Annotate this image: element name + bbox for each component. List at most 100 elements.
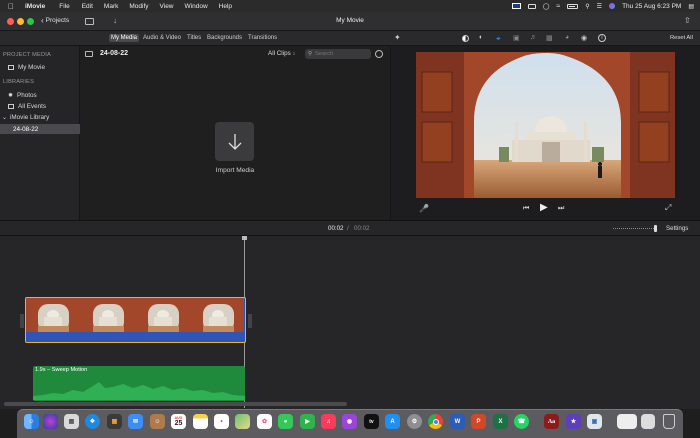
- apple-icon[interactable]: : [8, 2, 14, 11]
- whatsapp-icon[interactable]: ☎: [514, 414, 529, 429]
- word-icon[interactable]: W: [450, 414, 465, 429]
- clip-filter-icon[interactable]: ◉: [581, 34, 587, 42]
- menubar-clock[interactable]: Thu 25 Aug 6:23 PM: [622, 3, 681, 10]
- info-icon[interactable]: i: [598, 34, 606, 42]
- minimize-button[interactable]: [17, 18, 24, 25]
- control-center-icon[interactable]: ☰: [597, 3, 602, 10]
- menu-help[interactable]: Help: [219, 3, 232, 10]
- menu-window[interactable]: Window: [185, 3, 208, 10]
- fullscreen-icon[interactable]: ⤢: [665, 203, 671, 213]
- close-button[interactable]: [7, 18, 14, 25]
- messages-icon[interactable]: ●: [278, 414, 293, 429]
- lock-icon[interactable]: ◯: [543, 3, 550, 10]
- menu-app-name[interactable]: iMovie: [25, 3, 45, 10]
- preview-icon[interactable]: ▣: [587, 414, 602, 429]
- sidebar-toggle-icon[interactable]: [85, 51, 93, 57]
- menu-modify[interactable]: Modify: [129, 3, 148, 10]
- tab-backgrounds[interactable]: Backgrounds: [205, 34, 244, 42]
- noise-reduction-icon[interactable]: ▩: [546, 34, 553, 42]
- calculator-icon[interactable]: ▦: [107, 414, 122, 429]
- flag-icon[interactable]: [511, 3, 521, 9]
- media-toggle-icon[interactable]: [85, 18, 94, 25]
- audio-clip[interactable]: 1.9s – Sweep Motion: [33, 366, 245, 401]
- podcasts-icon[interactable]: ◉: [342, 414, 357, 429]
- stabilization-icon[interactable]: ▣: [513, 34, 520, 42]
- notification-icon[interactable]: ▤: [688, 3, 694, 10]
- magic-wand-icon[interactable]: ✦: [394, 33, 401, 42]
- wifi-icon[interactable]: ≈: [556, 3, 560, 10]
- contacts-icon[interactable]: ☺: [150, 414, 165, 429]
- menu-view[interactable]: View: [160, 3, 174, 10]
- trash-icon[interactable]: [663, 414, 675, 429]
- speed-icon[interactable]: ◕: [565, 34, 569, 41]
- import-media-button[interactable]: [215, 122, 254, 161]
- disclosure-down-icon[interactable]: ⌄: [2, 114, 7, 121]
- notes-icon[interactable]: [193, 414, 208, 429]
- tab-titles[interactable]: Titles: [185, 34, 203, 42]
- search-field[interactable]: ⚲: [305, 49, 371, 59]
- chrome-icon[interactable]: [428, 414, 443, 429]
- launchpad-icon[interactable]: ▦: [64, 414, 79, 429]
- dictionary-icon[interactable]: Aa: [544, 414, 559, 429]
- siri-dock-icon[interactable]: [43, 414, 58, 429]
- clips-filter-dropdown[interactable]: All Clips ↕: [268, 50, 295, 57]
- battery-icon[interactable]: [567, 3, 579, 9]
- tab-my-media[interactable]: My Media: [109, 34, 140, 42]
- zoom-slider-knob[interactable]: [654, 225, 657, 232]
- play-icon[interactable]: ▶: [540, 202, 548, 213]
- chevron-updown-icon: ↕: [292, 50, 296, 57]
- tab-transitions[interactable]: Transitions: [246, 34, 279, 42]
- color-correction-icon[interactable]: ◐: [479, 34, 483, 41]
- video-clip[interactable]: [25, 297, 246, 343]
- crop-icon[interactable]: ⌖: [496, 34, 501, 44]
- sidebar-item-imovie-library[interactable]: ⌄ iMovie Library: [2, 114, 82, 121]
- mail-icon[interactable]: ✉: [128, 414, 143, 429]
- reminders-icon[interactable]: •: [214, 414, 229, 429]
- share-icon[interactable]: ⇧: [684, 16, 691, 25]
- taj-mahal-image: [416, 52, 675, 198]
- clip-left-handle[interactable]: [20, 314, 24, 328]
- menu-edit[interactable]: Edit: [82, 3, 93, 10]
- clip-right-handle[interactable]: [248, 314, 252, 328]
- microphone-icon[interactable]: 🎤: [419, 204, 429, 213]
- horizontal-scrollbar[interactable]: [4, 402, 347, 406]
- sidebar-item-all-events[interactable]: All Events: [8, 103, 88, 110]
- siri-icon[interactable]: [609, 3, 616, 9]
- skip-back-icon[interactable]: ⏮: [523, 205, 529, 213]
- browser-settings-icon[interactable]: [375, 50, 383, 58]
- search-input[interactable]: [315, 51, 368, 57]
- menu-file[interactable]: File: [59, 3, 69, 10]
- zoom-button[interactable]: [27, 18, 34, 25]
- music-icon[interactable]: ♫: [321, 414, 336, 429]
- sidebar-item-photos[interactable]: ✹ Photos: [8, 92, 88, 99]
- tab-audio-video[interactable]: Audio & Video: [141, 34, 183, 42]
- finder-icon[interactable]: ☺: [24, 414, 39, 429]
- color-balance-icon[interactable]: [462, 35, 469, 42]
- appletv-icon[interactable]: tv: [364, 414, 379, 429]
- documents-stack-icon[interactable]: [641, 414, 655, 429]
- downloads-stack-icon[interactable]: [617, 414, 637, 429]
- facetime-icon[interactable]: ▶: [300, 414, 315, 429]
- volume-icon[interactable]: ♬: [530, 34, 537, 41]
- sidebar-item-event[interactable]: 24-08-22: [0, 124, 80, 134]
- menu-mark[interactable]: Mark: [104, 3, 118, 10]
- calendar-icon[interactable]: AUG 25: [171, 414, 186, 429]
- photos-dock-icon[interactable]: ✿: [257, 414, 272, 429]
- maps-icon[interactable]: [235, 414, 250, 429]
- safari-icon[interactable]: ❖: [85, 414, 100, 429]
- skip-forward-icon[interactable]: ⏭: [558, 205, 564, 213]
- import-arrow-icon[interactable]: ↓: [113, 16, 117, 25]
- system-preferences-icon[interactable]: ⚙: [407, 414, 422, 429]
- projects-button[interactable]: ‹ Projects: [41, 16, 69, 25]
- playhead-handle[interactable]: [242, 236, 247, 240]
- zoom-slider[interactable]: [613, 225, 657, 232]
- reset-all-button[interactable]: Reset All: [670, 35, 693, 41]
- settings-button[interactable]: Settings: [666, 225, 688, 232]
- excel-icon[interactable]: X: [493, 414, 508, 429]
- sidebar-item-my-movie[interactable]: My Movie: [8, 64, 88, 71]
- search-icon[interactable]: ⚲: [585, 3, 589, 10]
- keyboard-icon[interactable]: [527, 3, 536, 9]
- imovie-icon[interactable]: ★: [566, 414, 581, 429]
- appstore-icon[interactable]: A: [385, 414, 400, 429]
- powerpoint-icon[interactable]: P: [471, 414, 486, 429]
